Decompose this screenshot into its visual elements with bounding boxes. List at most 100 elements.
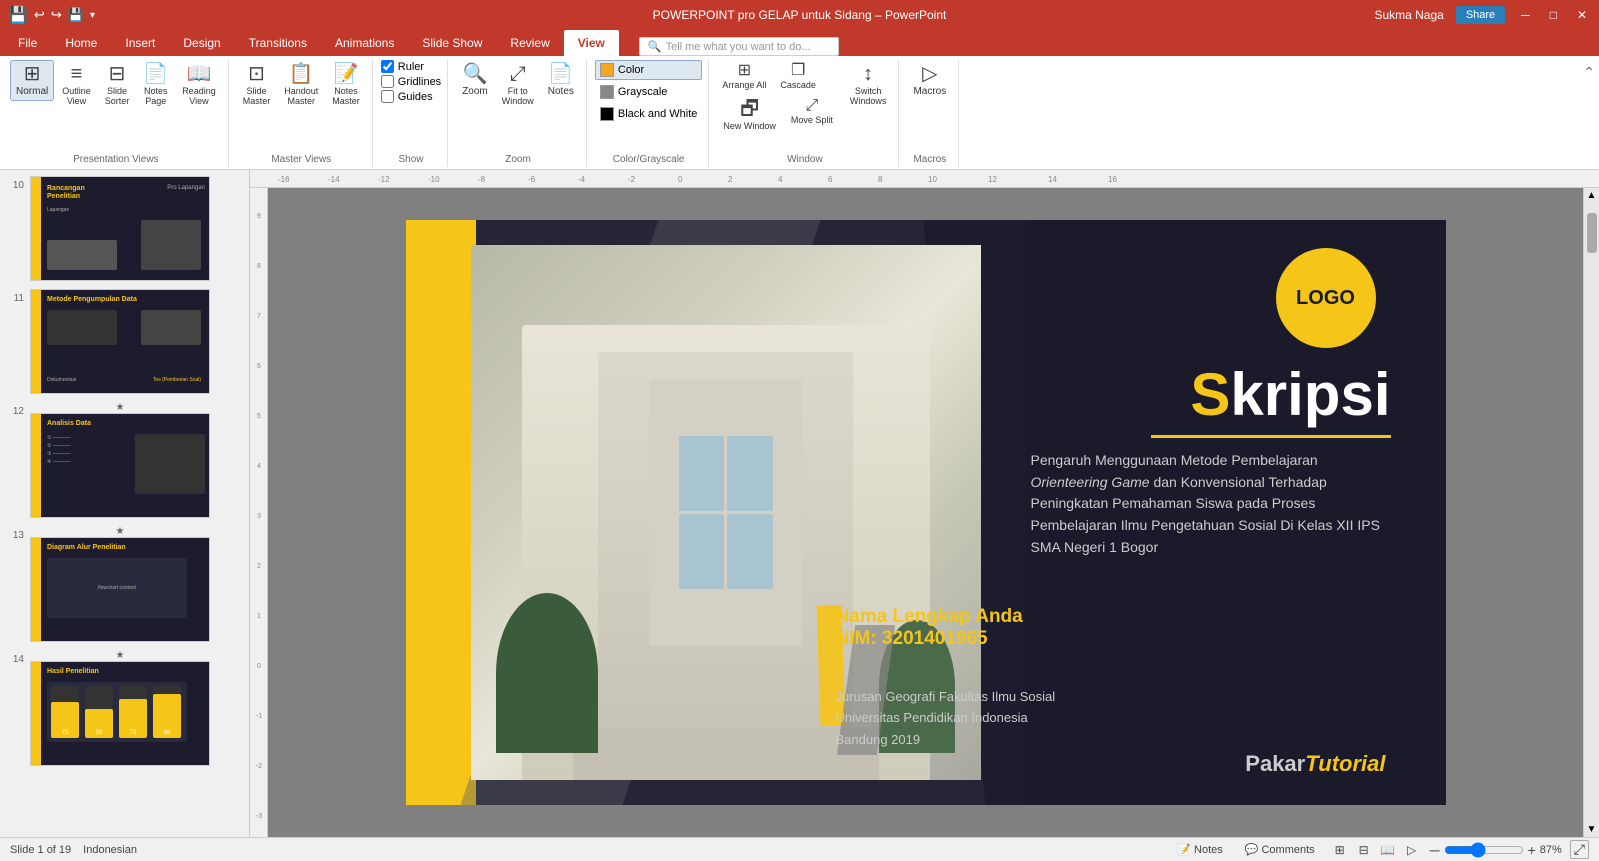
btn-notes-zoom[interactable]: 📄 Notes [542, 60, 580, 101]
svg-text:6: 6 [828, 175, 833, 184]
slide-star-13: ★ [116, 526, 125, 537]
svg-text:-6: -6 [528, 175, 536, 184]
option-grayscale[interactable]: Grayscale [595, 82, 702, 102]
search-icon: 🔍 [648, 40, 662, 53]
slide-info: Slide 1 of 19 [10, 844, 71, 856]
tab-design[interactable]: Design [169, 30, 234, 56]
slide-canvas-wrapper[interactable]: LOGO Skripsi Pengaruh Menggunaan Metode … [268, 188, 1583, 837]
btn-outline-view[interactable]: ≡ OutlineView [56, 60, 97, 110]
redo-btn[interactable]: ↪ [51, 7, 62, 23]
view-reading-btn[interactable]: 📖 [1378, 841, 1398, 859]
svg-text:0: 0 [257, 663, 261, 670]
tab-animations[interactable]: Animations [321, 30, 408, 56]
grayscale-label: Grayscale [618, 86, 668, 98]
checkbox-gridlines[interactable]: Gridlines [381, 75, 441, 88]
view-normal-btn[interactable]: ⊞ [1330, 841, 1350, 859]
checkbox-guides[interactable]: Guides [381, 90, 441, 103]
btn-slide-master[interactable]: ⊡ SlideMaster [237, 60, 277, 110]
btn-move-split[interactable]: ⤢ Move Split [786, 95, 838, 135]
macros-icon: ▷ [922, 64, 937, 84]
slide-thumb-10: Rancangan Penelitian Pro Lapangan Lapang… [30, 176, 210, 281]
slide-subtitle: Pengaruh Menggunaan Metode Pembelajaran … [1031, 450, 1391, 558]
slide-title-prefix: S [1190, 361, 1230, 428]
slide-thumb-11: Metode Pengumpulan Data Dokumentasi Tes … [30, 289, 210, 394]
btn-normal[interactable]: ⊞ Normal [10, 60, 54, 101]
btn-switch-windows[interactable]: ↕ SwitchWindows [844, 60, 893, 110]
btn-new-window[interactable]: 🗗 New Window [717, 95, 782, 135]
tab-transitions[interactable]: Transitions [235, 30, 321, 56]
option-color[interactable]: Color [595, 60, 702, 80]
zoom-buttons: 🔍 Zoom ⤢ Fit toWindow 📄 Notes [456, 60, 580, 167]
btn-notes-page[interactable]: 📄 NotesPage [137, 60, 174, 110]
btn-handout-master[interactable]: 📋 HandoutMaster [278, 60, 324, 110]
tab-slideshow[interactable]: Slide Show [408, 30, 496, 56]
btn-slide-sorter[interactable]: ⊟ SlideSorter [99, 60, 136, 110]
maximize-btn[interactable]: □ [1546, 8, 1561, 22]
comments-label: Comments [1261, 844, 1314, 856]
undo-btn[interactable]: ↩ [34, 7, 45, 23]
slide-num-12: 12 [6, 402, 24, 417]
btn-zoom[interactable]: 🔍 Zoom [456, 60, 494, 101]
close-btn[interactable]: ✕ [1573, 8, 1591, 22]
checkbox-ruler[interactable]: Ruler [381, 60, 441, 73]
title-bar-left: 💾 ↩ ↪ 💾 ▾ [8, 5, 95, 25]
window-title: POWERPOINT pro GELAP untuk Sidang – Powe… [653, 8, 947, 22]
svg-text:14: 14 [1048, 175, 1057, 184]
search-bar[interactable]: 🔍 Tell me what you want to do... [639, 37, 839, 56]
group-color-grayscale: Color Grayscale Black and White Color/Gr… [589, 60, 709, 167]
svg-text:5: 5 [257, 413, 261, 420]
btn-cascade[interactable]: ❐ Cascade [775, 60, 821, 93]
status-bar-right: 📝 Notes 💬 Comments ⊞ ⊟ 📖 ▷ ─ + 87% ⤢ [1170, 840, 1589, 859]
slide-item-14[interactable]: 14 ★ Hasil Penelitian 75 58 79 88 [4, 648, 245, 768]
tab-view[interactable]: View [564, 30, 619, 56]
handout-master-label: HandoutMaster [284, 86, 318, 106]
btn-fit-to-window[interactable]: ⤢ Fit toWindow [496, 60, 540, 110]
btn-reading-view[interactable]: 📖 ReadingView [176, 60, 222, 110]
zoom-in-btn[interactable]: + [1528, 842, 1536, 858]
svg-text:3: 3 [257, 513, 261, 520]
slide-item-10[interactable]: 10 Rancangan Penelitian Pro Lapangan Lap… [4, 174, 245, 283]
scroll-down-btn[interactable]: ▼ [1585, 822, 1599, 837]
svg-text:4: 4 [778, 175, 783, 184]
slide-item-11[interactable]: 11 Metode Pengumpulan Data Dokumentasi T… [4, 287, 245, 396]
notes-zoom-label: Notes [548, 86, 574, 97]
notes-button[interactable]: 📝 Notes [1170, 840, 1229, 859]
view-slideshow-btn[interactable]: ▷ [1402, 841, 1422, 859]
tab-file[interactable]: File [4, 30, 51, 56]
notes-label: Notes [1194, 844, 1223, 856]
language: Indonesian [83, 844, 137, 856]
slide-item-12[interactable]: 12 ★ Analisis Data ① ─────② ─────③ ─────… [4, 400, 245, 520]
view-sorter-btn[interactable]: ⊟ [1354, 841, 1374, 859]
option-black-white[interactable]: Black and White [595, 104, 702, 124]
btn-notes-master[interactable]: 📝 NotesMaster [326, 60, 366, 110]
quickaccess-btn[interactable]: ▾ [90, 10, 95, 21]
minimize-btn[interactable]: ─ [1517, 8, 1534, 22]
slide-thumb-14: Hasil Penelitian 75 58 79 88 [30, 661, 210, 766]
btn-macros[interactable]: ▷ Macros [907, 60, 952, 101]
canvas-area: -16 -14 -12 -10 -8 -6 -4 -2 0 2 4 6 8 10… [250, 170, 1599, 837]
notes-zoom-icon: 📄 [548, 64, 573, 84]
save-btn[interactable]: 💾 [68, 7, 84, 23]
comments-button[interactable]: 💬 Comments [1238, 840, 1322, 859]
btn-arrange-all[interactable]: ⊞ Arrange All [717, 60, 771, 93]
switch-windows-label: SwitchWindows [850, 86, 887, 106]
fit-slide-btn[interactable]: ⤢ [1570, 840, 1589, 859]
slide-sorter-icon: ⊟ [109, 64, 126, 84]
tab-home[interactable]: Home [51, 30, 111, 56]
zoom-slider[interactable] [1444, 842, 1524, 858]
scroll-up-btn[interactable]: ▲ [1585, 188, 1599, 203]
tab-review[interactable]: Review [496, 30, 563, 56]
normal-label: Normal [16, 86, 48, 97]
color-label: Color [618, 64, 644, 76]
slide-item-13[interactable]: 13 ★ Diagram Alur Penelitian flowchart c… [4, 524, 245, 644]
share-button[interactable]: Share [1456, 6, 1505, 24]
slide-name: Nama Lengkap Anda [836, 606, 1023, 628]
scrollbar-vertical[interactable]: ▲ ▼ [1583, 188, 1599, 837]
collapse-ribbon-btn[interactable]: ⌃ [1583, 64, 1595, 81]
tab-insert[interactable]: Insert [111, 30, 169, 56]
svg-text:-2: -2 [628, 175, 636, 184]
slide-star-14: ★ [116, 650, 125, 661]
zoom-out-btn[interactable]: ─ [1430, 842, 1440, 858]
zoom-level: 87% [1540, 844, 1562, 856]
scroll-thumb[interactable] [1587, 213, 1597, 253]
